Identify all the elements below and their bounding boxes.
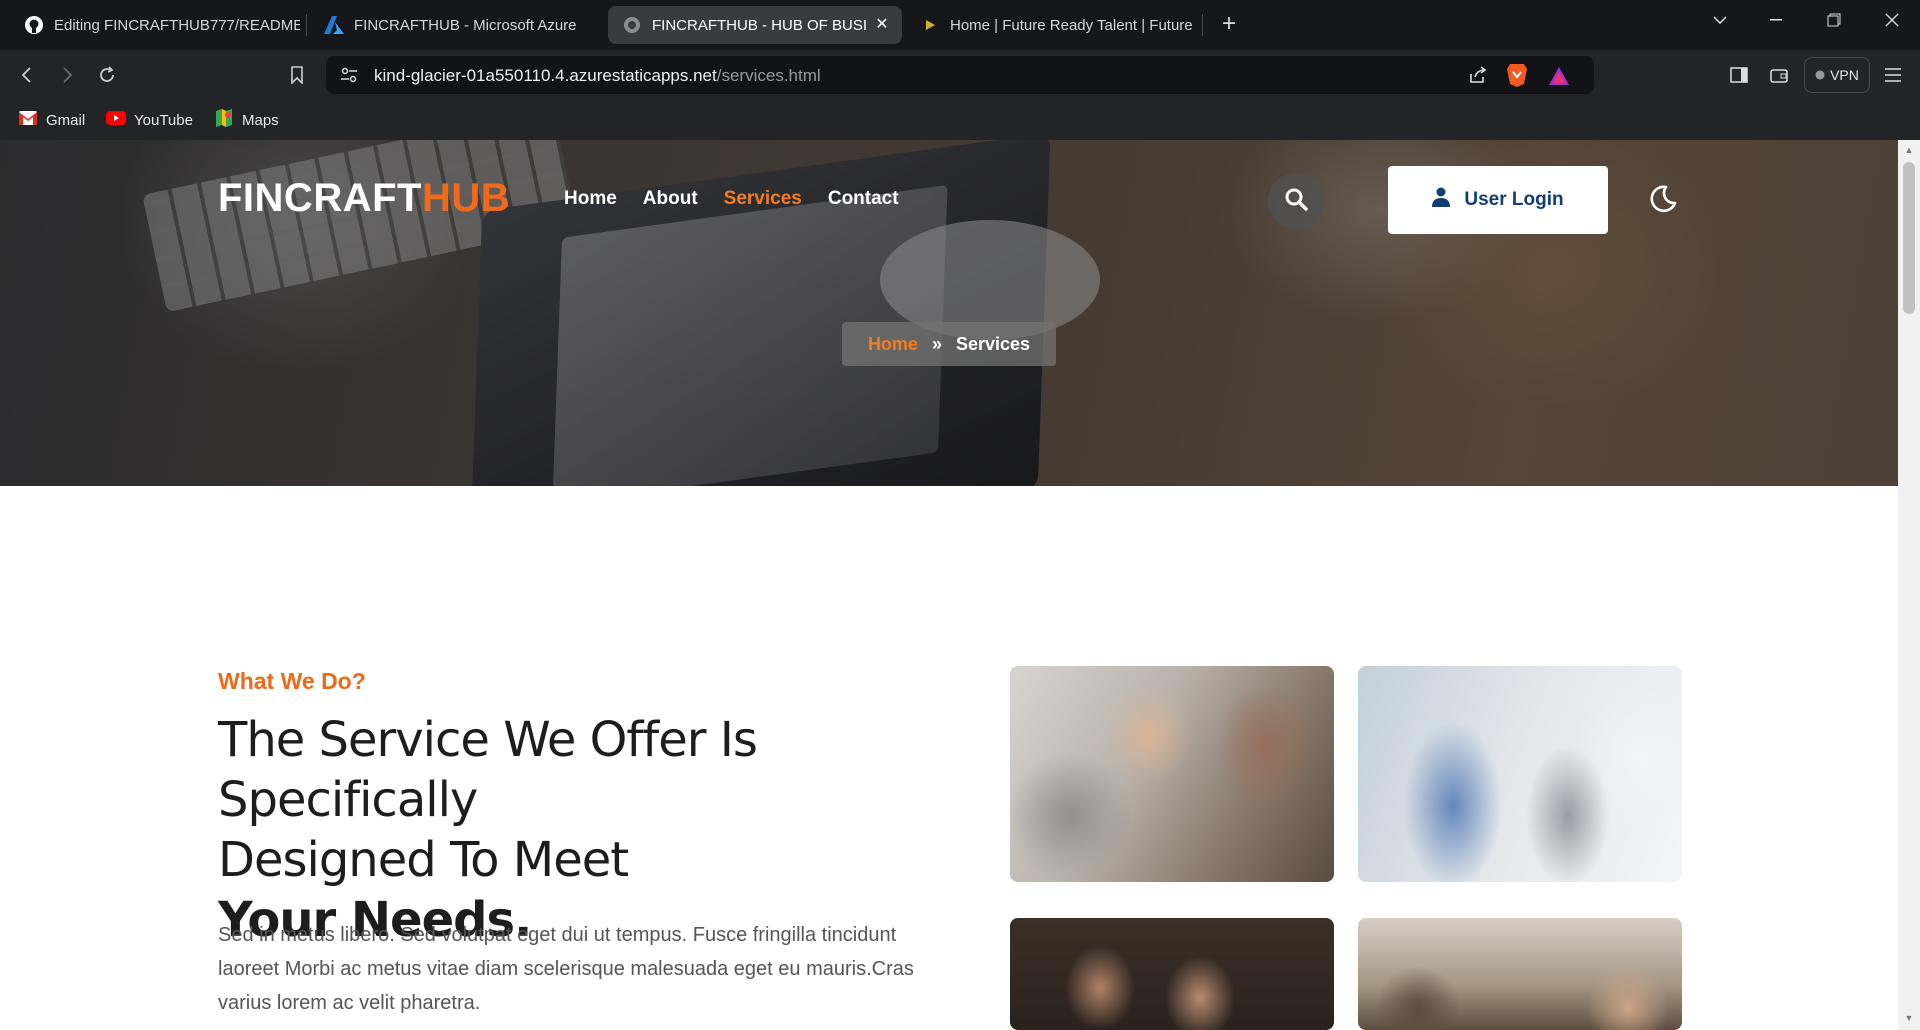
breadcrumb-separator-icon: » xyxy=(931,333,942,354)
tab-github[interactable]: Editing FINCRAFTHUB777/README.md xyxy=(10,6,300,44)
menu-icon[interactable] xyxy=(1880,62,1906,88)
tab-divider xyxy=(1202,14,1203,36)
bookmark-maps[interactable]: Maps xyxy=(214,109,279,131)
maps-icon xyxy=(214,108,234,132)
section-heading: The Service We Offer Is Specifically Des… xyxy=(218,712,758,948)
hero-banner: FINCRAFTHUB Home About Services Contact … xyxy=(0,140,1898,486)
youtube-icon xyxy=(106,111,126,129)
share-icon[interactable] xyxy=(1468,65,1488,90)
restore-icon[interactable] xyxy=(1806,0,1862,40)
new-tab-button[interactable]: + xyxy=(1214,10,1244,40)
url-text: kind-glacier-01a550110.4.azurestaticapps… xyxy=(374,66,821,85)
web-page: FINCRAFTHUB Home About Services Contact … xyxy=(0,140,1898,1030)
tab-divider xyxy=(306,14,307,36)
section-eyebrow: What We Do? xyxy=(218,668,366,694)
nav-home[interactable]: Home xyxy=(564,188,617,210)
service-photo-whiteboard xyxy=(1358,666,1682,882)
breadcrumb: Home » Services xyxy=(842,322,1056,366)
service-photo-team-tablet xyxy=(1010,666,1334,882)
tab-title: FINCRAFTHUB - HUB OF BUSINESS xyxy=(652,16,866,34)
gmail-icon xyxy=(18,110,38,130)
page-scrollbar[interactable]: ▲ ▼ xyxy=(1898,140,1920,1030)
globe-icon xyxy=(622,15,642,35)
scroll-up-icon[interactable]: ▲ xyxy=(1903,144,1915,156)
vpn-label: VPN xyxy=(1830,67,1859,83)
site-logo[interactable]: FINCRAFTHUB xyxy=(218,176,510,221)
close-icon[interactable]: ✕ xyxy=(872,15,892,35)
azure-icon xyxy=(324,15,344,35)
vpn-button[interactable]: VPN xyxy=(1804,57,1870,93)
tab-future-ready[interactable]: Home | Future Ready Talent | Future Read… xyxy=(906,6,1196,44)
sidebar-icon[interactable] xyxy=(1726,62,1752,88)
scroll-down-icon[interactable]: ▼ xyxy=(1903,1012,1915,1024)
vpn-status-icon xyxy=(1815,67,1825,83)
bookmark-youtube[interactable]: YouTube xyxy=(106,109,193,131)
reload-icon[interactable] xyxy=(94,62,120,88)
nav-contact[interactable]: Contact xyxy=(828,188,899,210)
bookmark-gmail[interactable]: Gmail xyxy=(18,109,85,131)
back-icon[interactable] xyxy=(14,62,40,88)
tab-title: Home | Future Ready Talent | Future Read… xyxy=(950,16,1192,34)
tab-title: FINCRAFTHUB - Microsoft Azure xyxy=(354,16,577,34)
github-icon xyxy=(24,15,44,35)
nav-services[interactable]: Services xyxy=(724,188,802,210)
service-photo-group-meeting xyxy=(1010,918,1334,1030)
address-bar[interactable]: kind-glacier-01a550110.4.azurestaticapps… xyxy=(326,56,1594,94)
bookmarks-bar: Gmail YouTube Maps xyxy=(0,100,1920,140)
minimize-icon[interactable] xyxy=(1748,0,1804,40)
brave-shields-icon[interactable] xyxy=(1506,62,1528,93)
nav-about[interactable]: About xyxy=(643,188,698,210)
search-icon xyxy=(1284,187,1308,216)
breadcrumb-home-link[interactable]: Home xyxy=(868,334,918,355)
site-settings-icon[interactable] xyxy=(340,66,358,89)
window-close-icon[interactable] xyxy=(1864,0,1920,40)
browser-tab-bar: Editing FINCRAFTHUB777/README.md FINCRAF… xyxy=(0,0,1920,50)
user-icon xyxy=(1432,187,1451,213)
brave-rewards-icon[interactable] xyxy=(1548,66,1570,91)
user-login-button[interactable]: User Login xyxy=(1388,166,1608,234)
tab-fincrafthub[interactable]: FINCRAFTHUB - HUB OF BUSINESS ✕ xyxy=(608,6,902,44)
search-button[interactable] xyxy=(1268,173,1324,229)
user-login-label: User Login xyxy=(1464,189,1564,210)
dark-mode-toggle[interactable] xyxy=(1648,184,1678,214)
play-icon xyxy=(920,15,940,35)
breadcrumb-current: Services xyxy=(955,333,1031,354)
moon-icon xyxy=(1648,185,1678,218)
wallet-icon[interactable] xyxy=(1766,62,1792,88)
tab-azure[interactable]: FINCRAFTHUB - Microsoft Azure xyxy=(310,6,600,44)
scroll-thumb[interactable] xyxy=(1903,162,1915,314)
forward-icon[interactable] xyxy=(54,62,80,88)
tab-title: Editing FINCRAFTHUB777/README.md xyxy=(54,16,300,34)
bookmark-icon[interactable] xyxy=(284,62,310,88)
browser-toolbar: kind-glacier-01a550110.4.azurestaticapps… xyxy=(0,50,1920,100)
tab-search-dropdown-icon[interactable] xyxy=(1692,0,1748,40)
section-description: Sed in metus libero. Sed volutpat eget d… xyxy=(218,924,914,1014)
main-navigation: Home About Services Contact xyxy=(564,188,899,210)
service-photo-office-meeting xyxy=(1358,918,1682,1030)
